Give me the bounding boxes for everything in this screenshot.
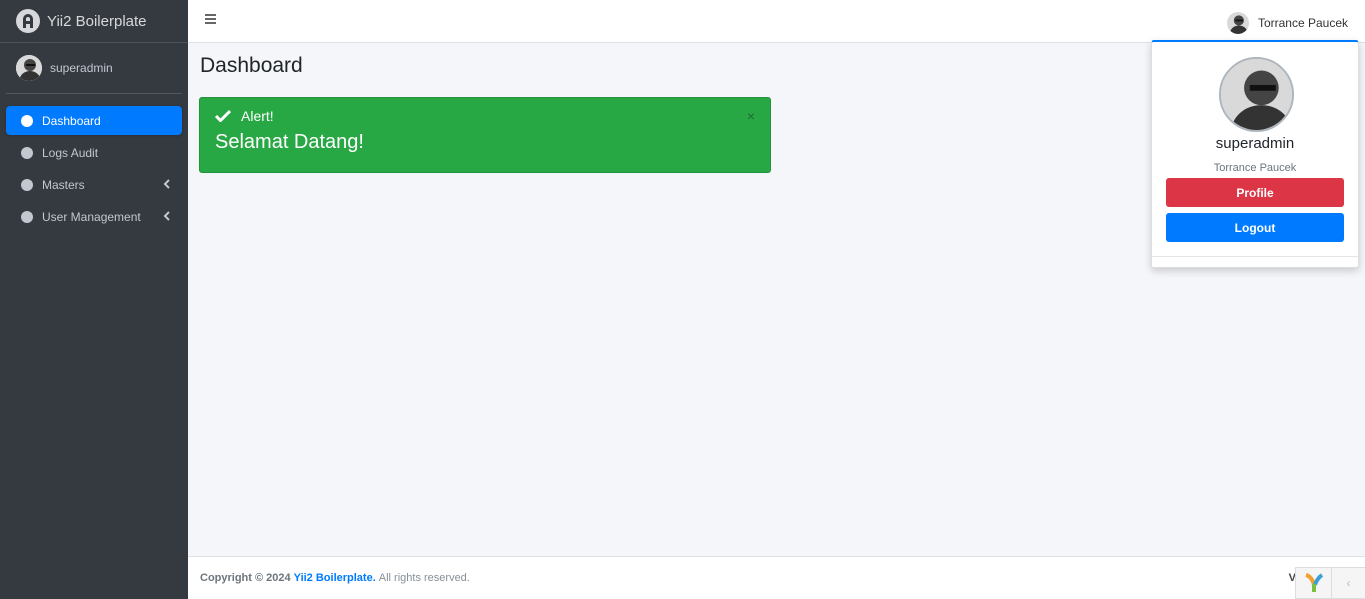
menu-toggle-icon[interactable] [205,14,216,25]
circle-icon [21,178,33,191]
sidebar-username: superadmin [50,61,113,75]
chevron-left-icon[interactable]: ‹ [1332,576,1365,590]
sidebar-item-user-management[interactable]: User Management [6,202,182,231]
sidebar-item-label: Dashboard [42,113,101,128]
brand-link[interactable]: Yii2 Boilerplate [0,0,188,43]
profile-button[interactable]: Profile [1166,178,1344,207]
check-icon [215,109,231,122]
yii-debug-toolbar[interactable]: ‹ [1295,567,1365,599]
sidebar: Yii2 Boilerplate superadmin Dashboard Lo… [0,0,188,599]
circle-icon [21,114,33,127]
sidebar-nav: Dashboard Logs Audit Masters User Manage… [0,106,188,231]
top-navbar: Torrance Paucek [188,0,1365,43]
header-user-name: Torrance Paucek [1257,16,1348,30]
alert-message: Selamat Datang! [215,131,364,153]
sidebar-item-masters[interactable]: Masters [6,170,182,199]
user-avatar [1226,12,1249,34]
close-icon[interactable]: × [747,108,755,124]
page-title: Dashboard [200,54,303,77]
user-menu-toggle[interactable]: Torrance Paucek [1226,12,1348,34]
sidebar-item-label: User Management [42,209,141,224]
sidebar-item-label: Logs Audit [42,145,99,160]
user-dropdown-menu: superadmin Torrance Paucek Profile Logou… [1151,40,1359,268]
sidebar-item-label: Masters [42,177,85,192]
sidebar-item-dashboard[interactable]: Dashboard [6,106,182,135]
user-panel[interactable]: superadmin [6,43,182,94]
logout-button[interactable]: Logout [1166,213,1344,242]
footer-copyright: Copyright © 2024 [200,572,291,584]
sidebar-item-logs-audit[interactable]: Logs Audit [6,138,182,167]
yii-logo-icon[interactable] [1296,568,1332,598]
divider [1152,256,1358,257]
dropdown-avatar [1219,57,1294,132]
brand-name: Yii2 Boilerplate [47,12,147,30]
footer-brand-link[interactable]: Yii2 Boilerplate. [294,572,376,584]
footer: Copyright © 2024 Yii2 Boilerplate. All r… [188,556,1365,599]
brand-logo-icon [16,9,40,33]
dropdown-username: superadmin [1215,135,1295,152]
success-alert: Alert! Selamat Datang! × [199,97,771,173]
chevron-left-icon [163,179,170,189]
footer-rights: All rights reserved. [378,572,470,584]
alert-title: Alert! [241,108,274,124]
chevron-left-icon [163,211,170,221]
circle-icon [21,210,33,223]
dropdown-full-name: Torrance Paucek [1213,162,1297,174]
user-avatar [16,55,42,81]
circle-icon [21,146,33,159]
